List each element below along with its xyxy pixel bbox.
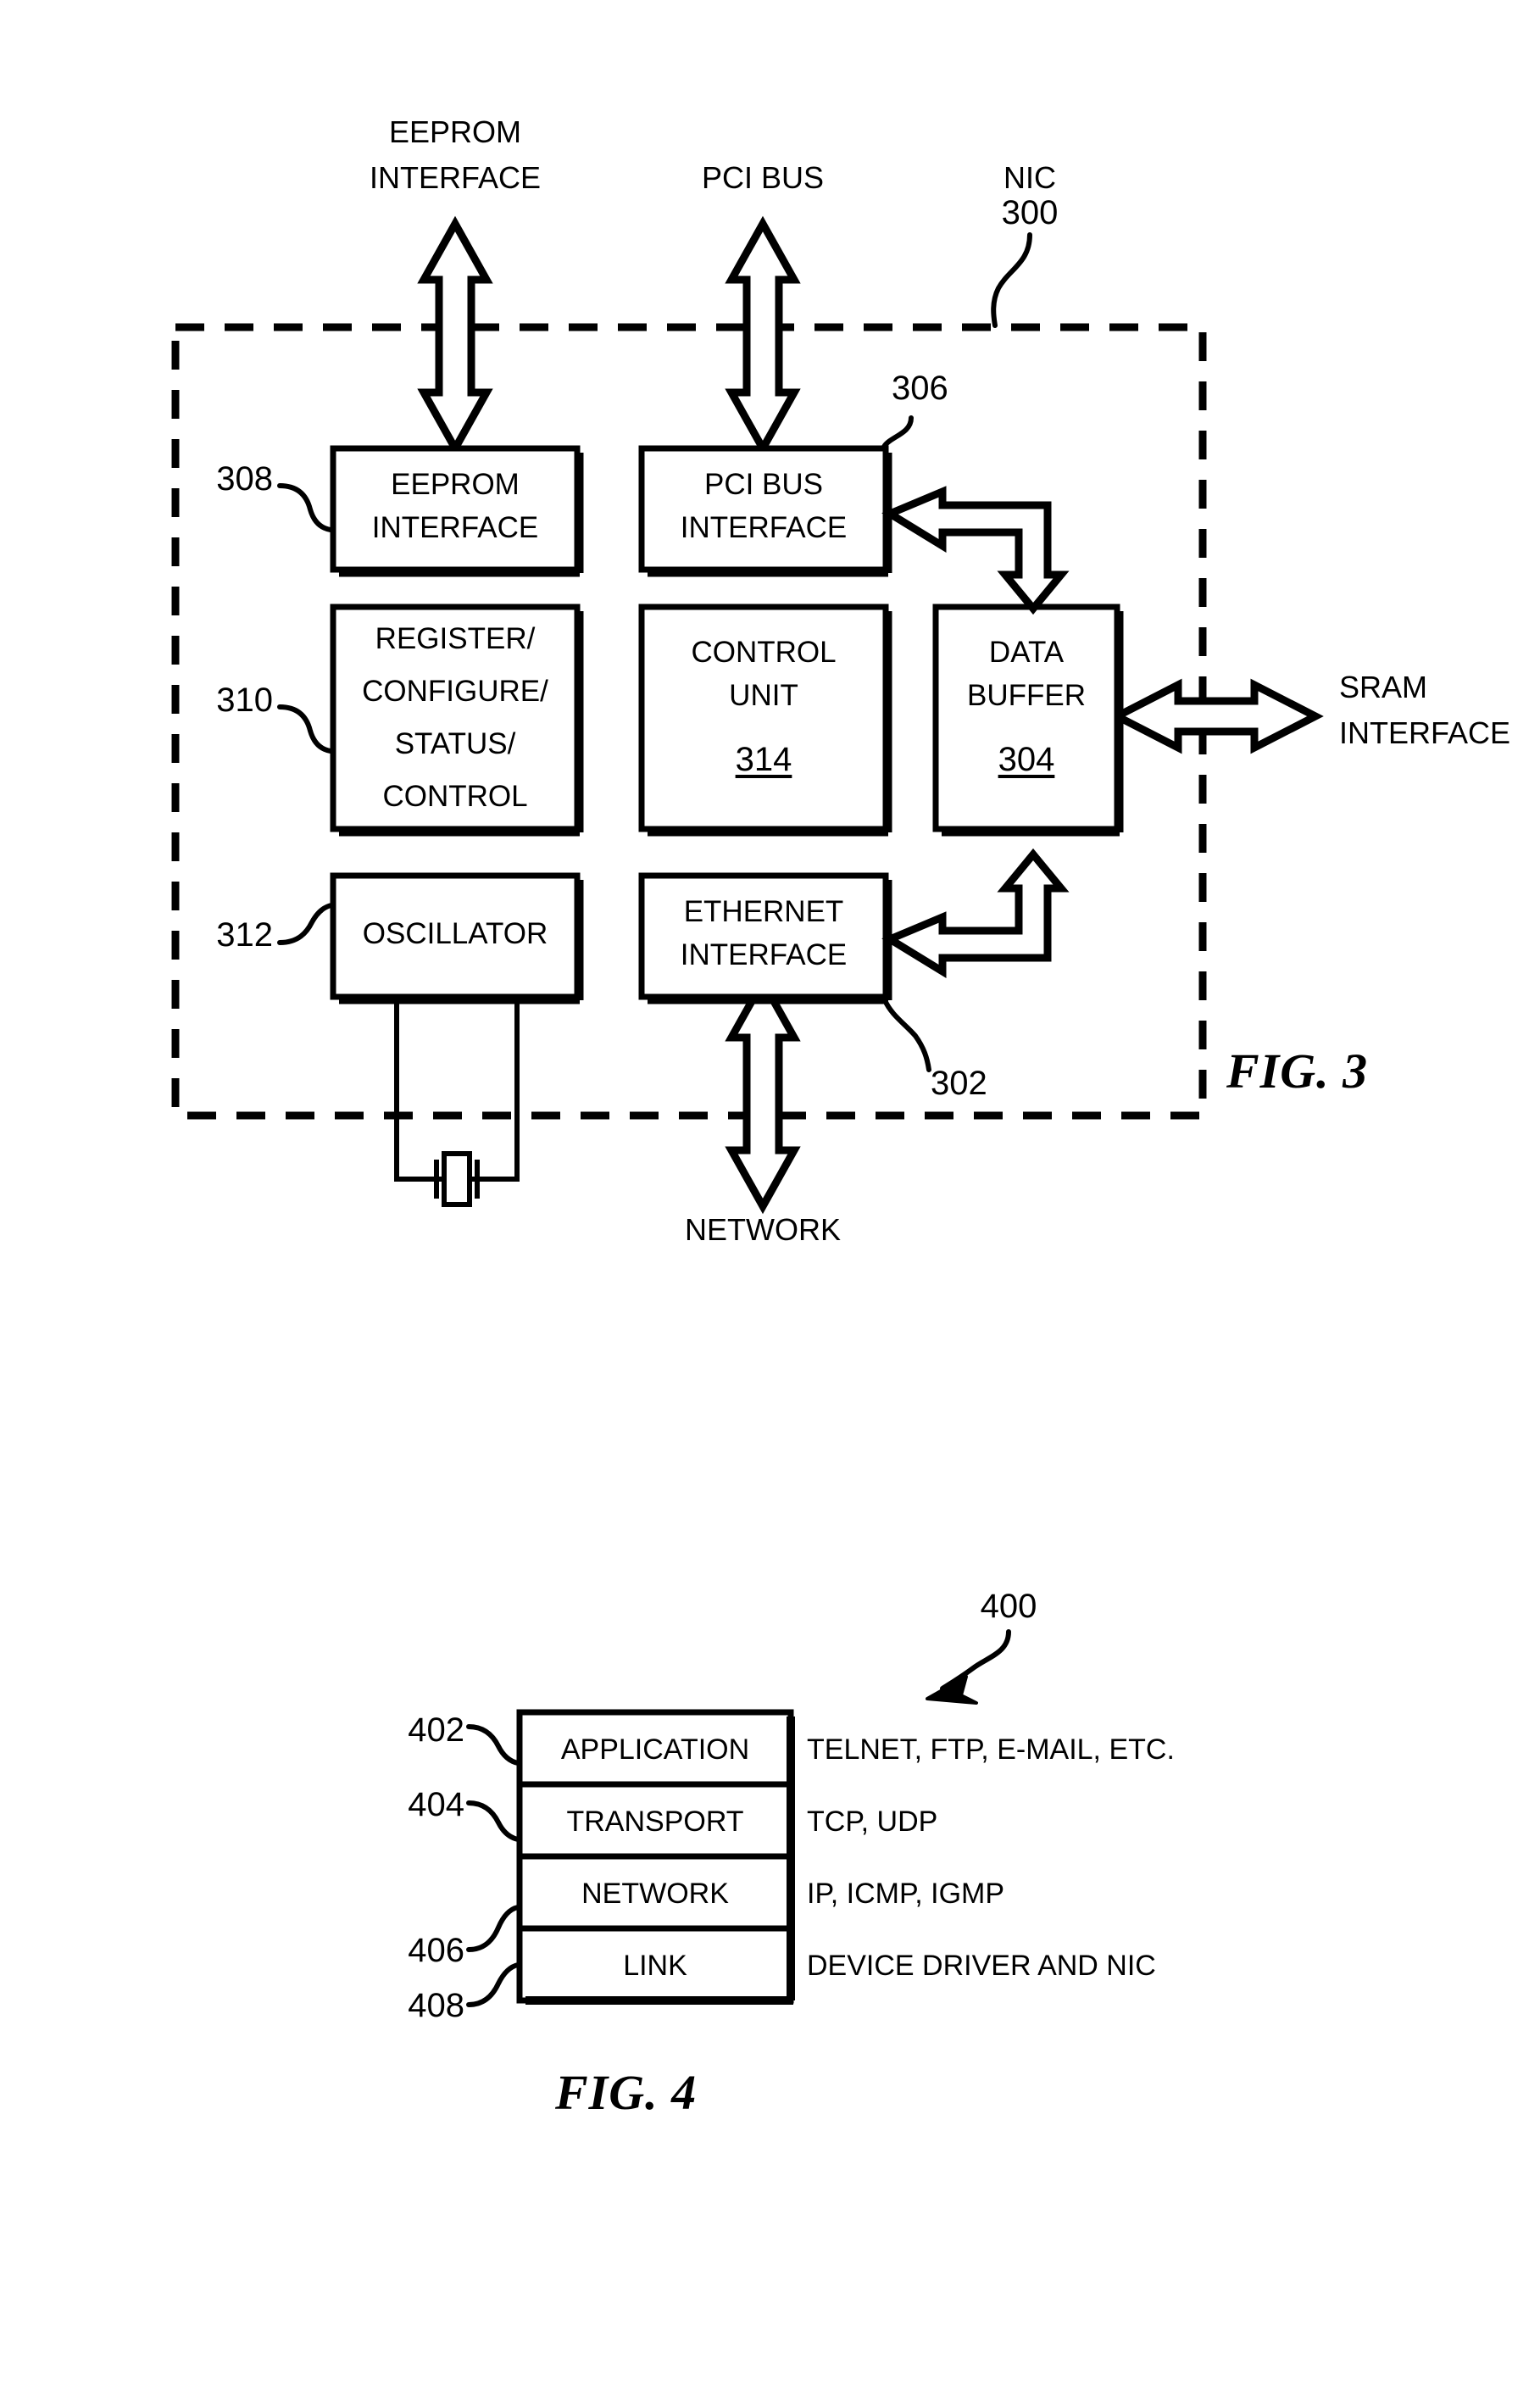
pci-bus-interface-block-line1: PCI BUS [703,468,824,501]
layer-name-network: NETWORK [581,1878,729,1910]
ref-302-leader [882,998,931,1072]
figure-vector-layer [171,215,1324,2007]
ref-312-leader [277,903,334,945]
ethernet-interface-line1: ETHERNET [683,895,844,928]
ref-408-leader [466,1962,520,2007]
ref-404: 404 [408,1786,464,1823]
ref-306: 306 [892,370,948,407]
eeprom-port-label-line1: EEPROM [388,114,522,149]
pci-bus-interface-block-line2: INTERFACE [680,511,848,544]
layer-name-transport: TRANSPORT [566,1806,744,1838]
layer-protocols-application: TELNET, FTP, E-MAIL, ETC. [807,1733,1175,1766]
layer-name-link: LINK [623,1950,687,1982]
control-unit-line1: CONTROL [691,636,837,669]
ref-310-leader [277,704,333,754]
nic-label: NIC [1004,160,1056,195]
control-unit-line2: UNIT [729,679,798,712]
network-port-arrow [725,973,801,1215]
sram-port-label-line2: INTERFACE [1339,715,1511,750]
control-unit-ref-314: 314 [735,741,792,778]
nic-ref-300: 300 [1001,194,1059,231]
ref-310: 310 [216,682,273,719]
ref-406: 406 [408,1932,464,1969]
pci-bus-port-arrow [725,215,801,457]
register-block-line3: STATUS/ [394,727,516,760]
ref-406-leader [466,1905,520,1952]
ethernet-databuffer-connector-arrow [881,848,1070,979]
sram-port-label-line1: SRAM [1339,670,1428,704]
oscillator-block-line1: OSCILLATOR [362,917,548,950]
ref-400-leader-arrow [940,1629,1011,1691]
ref-302: 302 [931,1065,987,1102]
ref-408: 408 [408,1987,464,2024]
pci-bus-port-label: PCI BUS [701,160,825,195]
register-block-line4: CONTROL [382,780,528,813]
figure4-caption: FIG. 4 [555,2065,698,2120]
network-port-label: NETWORK [685,1212,841,1247]
sram-interface-port-arrow [1109,678,1324,754]
layer-protocols-transport: TCP, UDP [807,1806,938,1838]
ref-402-leader [466,1724,520,1766]
eeprom-interface-block-line1: EEPROM [391,468,520,501]
data-buffer-line2: BUFFER [967,679,1086,712]
register-block-line2: CONFIGURE/ [362,675,548,708]
data-buffer-line1: DATA [988,636,1065,669]
nic-leader-line [991,232,1032,328]
pci-databuffer-connector-arrow [881,486,1070,615]
eeprom-port-label-line2: INTERFACE [369,160,542,195]
crystal-oscillator-symbol [394,1000,520,1207]
register-block-line1: REGISTER/ [375,622,536,655]
layer-protocols-link: DEVICE DRIVER AND NIC [807,1950,1156,1982]
eeprom-port-arrow [417,215,493,457]
ref-404-leader [466,1800,520,1842]
ref-312: 312 [216,916,273,954]
layer-name-application: APPLICATION [560,1733,750,1766]
patent-figure-sheet: EEPROM INTERFACE PCI BUS SRAM INTERFACE … [0,0,1540,2387]
data-buffer-ref-304: 304 [998,741,1055,778]
ref-308: 308 [216,460,273,498]
ref-308-leader [277,483,333,532]
ref-306-leader [881,415,914,449]
ref-402: 402 [408,1711,464,1749]
eeprom-interface-block-line2: INTERFACE [371,511,539,544]
layer-protocols-network: IP, ICMP, IGMP [807,1878,1005,1910]
ethernet-interface-line2: INTERFACE [680,938,848,971]
figure3-caption: FIG. 3 [1226,1043,1369,1099]
ref-400: 400 [980,1588,1037,1625]
